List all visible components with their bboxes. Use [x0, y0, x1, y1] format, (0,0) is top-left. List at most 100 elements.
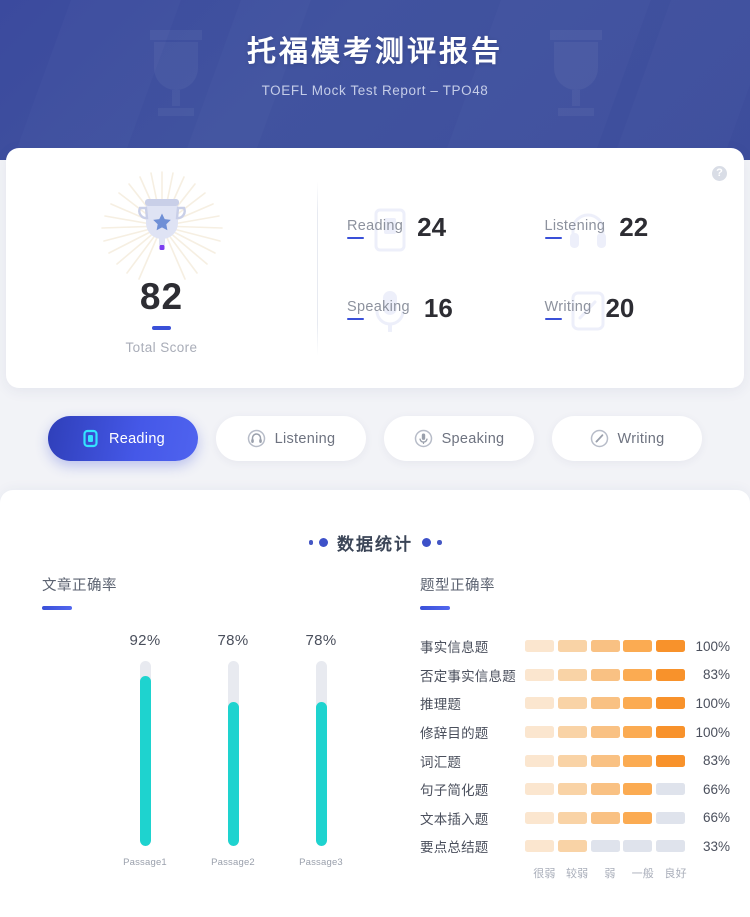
book-icon	[81, 429, 100, 448]
bar-category-label: Passage1	[123, 857, 167, 868]
section-score-value: 20	[605, 293, 635, 323]
microphone-icon	[414, 429, 433, 448]
question-type-segment	[590, 726, 620, 739]
section-score-writing: Writing 20	[529, 269, 727, 350]
section-scores-grid: Reading 24 Listening 22 Speaking 16 Writ…	[317, 148, 744, 388]
trophy-icon	[137, 199, 186, 250]
question-type-segment	[623, 783, 653, 796]
bar-column: 78% Passage2	[208, 632, 258, 882]
question-type-segment	[525, 726, 555, 739]
bar-fill	[315, 701, 327, 846]
bar-fill	[227, 701, 239, 846]
passage-bar-chart: 92% Passage1 78% Passage2 78% Passage3	[120, 632, 350, 882]
section-score-value: 24	[417, 212, 447, 242]
dot-small-icon	[437, 540, 442, 545]
question-type-segments	[525, 640, 686, 653]
question-type-row: 修辞目的题 100%	[420, 718, 730, 747]
question-type-segment	[557, 726, 588, 739]
bar-track	[227, 661, 239, 846]
section-underline	[347, 236, 364, 240]
tab-listening[interactable]: Listening	[216, 416, 366, 461]
section-label: Writing	[544, 298, 592, 315]
question-type-segment	[557, 668, 588, 681]
question-type-row: 事实信息题 100%	[420, 632, 730, 661]
bar-value-label: 78%	[305, 632, 337, 649]
section-label: Listening	[544, 217, 606, 234]
question-type-segment	[525, 783, 555, 796]
question-type-segment	[525, 668, 555, 681]
section-underline	[544, 317, 562, 321]
tab-speaking[interactable]: Speaking	[384, 416, 534, 461]
bar-track	[139, 661, 151, 846]
question-type-label: 文本插入题	[420, 811, 489, 827]
question-type-value: 83%	[702, 667, 730, 683]
question-type-segment	[623, 811, 653, 824]
question-type-segment	[655, 840, 686, 853]
question-type-row: 推理题 100%	[420, 689, 730, 718]
page-title: 托福模考测评报告	[246, 36, 503, 68]
question-type-segment	[655, 668, 686, 681]
question-type-value: 83%	[702, 753, 730, 769]
tab-reading[interactable]: Reading	[48, 416, 198, 461]
question-type-value: 66%	[702, 781, 730, 797]
question-type-segments	[525, 840, 686, 853]
question-type-segment	[623, 754, 653, 767]
question-type-segment	[557, 754, 588, 767]
bar-category-label: Passage3	[299, 857, 343, 868]
section-label: Reading	[347, 217, 404, 234]
legend-item: 较弱	[565, 867, 589, 880]
question-type-legend: 很弱 较弱 弱 一般 良好	[528, 865, 692, 881]
question-type-segment	[590, 811, 620, 824]
tab-label: Listening	[274, 430, 336, 447]
total-score-value: 82	[139, 276, 184, 317]
question-type-label: 事实信息题	[420, 640, 489, 656]
question-type-label: 修辞目的题	[420, 726, 489, 742]
question-type-row: 词汇题 83%	[420, 746, 730, 775]
question-type-segment	[590, 640, 620, 653]
question-type-label: 词汇题	[420, 754, 462, 770]
bar-track	[315, 661, 327, 846]
question-type-panel: 题型正确率 事实信息题 100% 否定事实信息题 83% 推理题 100% 修辞目的题 100…	[420, 574, 730, 880]
question-type-value: 100%	[695, 724, 730, 740]
question-type-segment	[623, 726, 653, 739]
tab-writing[interactable]: Writing	[552, 416, 702, 461]
legend-item: 很弱	[533, 867, 556, 880]
question-type-segment	[590, 840, 620, 853]
page-subtitle: TOEFL Mock Test Report – TPO48	[261, 83, 489, 98]
question-type-segment	[655, 697, 686, 710]
tab-label: Writing	[617, 430, 665, 447]
total-score-block: 82 Total Score	[6, 148, 317, 388]
headphone-icon	[247, 429, 266, 448]
question-type-segment	[623, 697, 653, 710]
panel-underline	[420, 606, 450, 610]
question-type-segment	[655, 726, 686, 739]
question-type-segment	[557, 697, 588, 710]
question-type-row: 要点总结题 33%	[420, 832, 730, 861]
question-type-segment	[525, 640, 555, 653]
section-tabs: Reading Listening Speaking Writing	[0, 416, 750, 461]
statistics-card: 数据统计 文章正确率 92% Passage1 78% Passage2 78%…	[0, 490, 750, 917]
question-type-segment	[525, 840, 555, 853]
section-score-value: 16	[423, 293, 453, 323]
title-dots-right	[422, 538, 442, 547]
section-label: Speaking	[347, 298, 410, 315]
bar-fill	[139, 675, 151, 846]
question-type-segment	[623, 640, 653, 653]
question-type-segment	[655, 783, 686, 796]
question-type-segments	[525, 697, 686, 710]
question-type-segment	[590, 754, 620, 767]
question-type-label: 要点总结题	[420, 840, 489, 856]
section-score-listening: Listening 22	[529, 188, 727, 269]
tab-label: Reading	[108, 430, 166, 447]
question-type-segment	[590, 668, 620, 681]
question-type-list: 事实信息题 100% 否定事实信息题 83% 推理题 100% 修辞目的题 100% 词汇题 83…	[420, 632, 730, 881]
section-score-value: 22	[619, 212, 649, 242]
trophy-badge	[87, 170, 237, 282]
question-type-row: 否定事实信息题 83%	[420, 661, 730, 690]
question-type-segment	[623, 840, 653, 853]
question-type-segments	[525, 783, 686, 796]
question-type-segment	[525, 811, 555, 824]
title-dots-left	[308, 538, 328, 547]
question-type-segment	[557, 783, 588, 796]
question-type-segments	[525, 726, 686, 739]
